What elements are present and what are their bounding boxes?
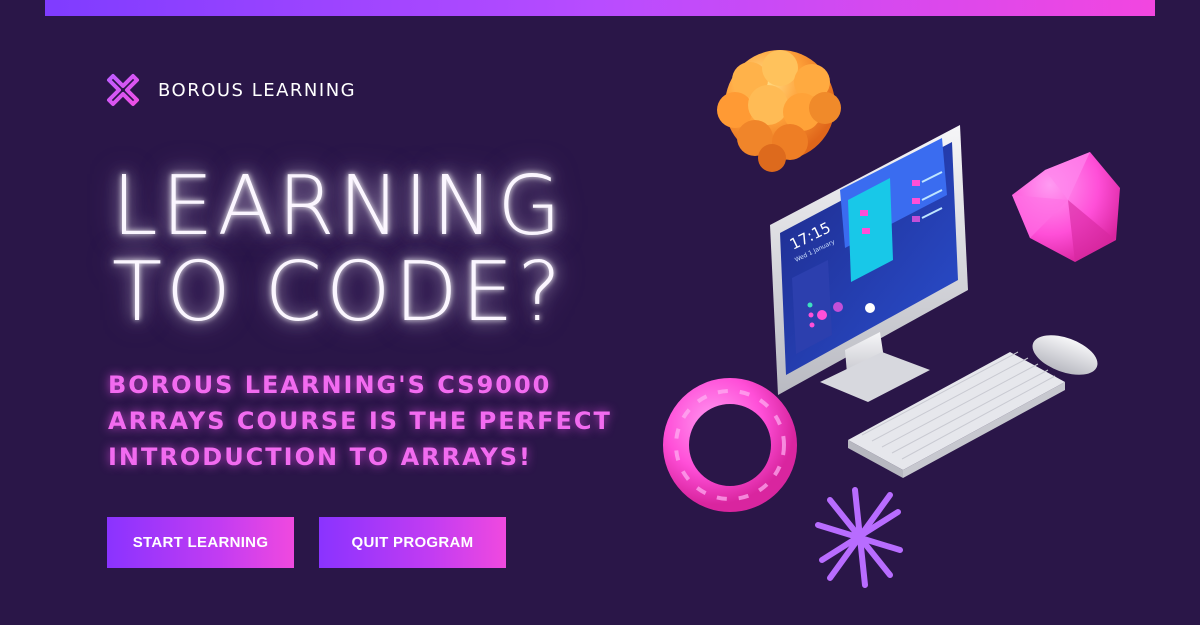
brand: BOROUS LEARNING	[105, 72, 356, 108]
subheadline-line-1: BOROUS LEARNING'S CS9000	[108, 371, 552, 399]
headline-line-2: TO CODE?	[112, 245, 565, 340]
subheadline: BOROUS LEARNING'S CS9000 ARRAYS COURSE I…	[108, 367, 612, 475]
top-accent-bar	[45, 0, 1155, 16]
desktop-computer-illustration: 17:15 Wed 1 January	[770, 125, 968, 402]
start-learning-button[interactable]: START LEARNING	[107, 517, 294, 568]
pink-twisted-ring-shape	[663, 378, 797, 512]
purple-starburst-shape	[815, 487, 903, 588]
quit-program-button[interactable]: QUIT PROGRAM	[319, 517, 506, 568]
brand-name: BOROUS LEARNING	[158, 79, 357, 101]
pink-polyhedron-shape	[1012, 152, 1120, 262]
headline: LEARNING TO CODE?	[112, 164, 565, 336]
subheadline-line-3: INTRODUCTION TO ARRAYS!	[108, 443, 532, 471]
subheadline-line-2: ARRAYS COURSE IS THE PERFECT	[108, 407, 612, 435]
hero-illustration: 17:15 Wed 1 January	[663, 50, 1120, 588]
borous-x-logo-icon	[107, 74, 139, 106]
orange-molecule-shape	[717, 50, 841, 172]
headline-line-1: LEARNING	[112, 159, 565, 254]
